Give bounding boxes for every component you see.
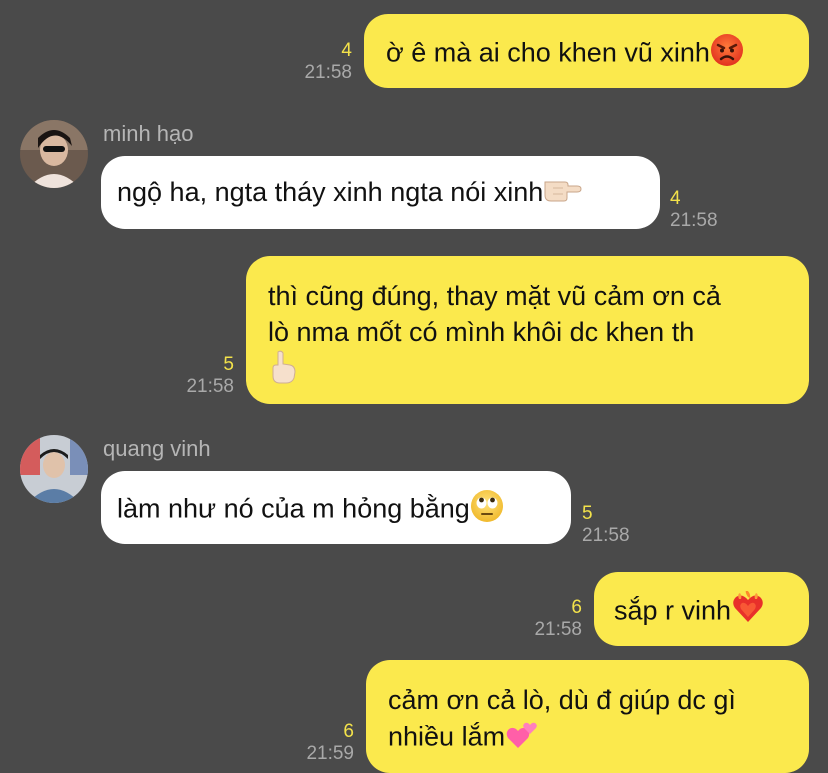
message-bubble-outgoing[interactable]: thì cũng đúng, thay mặt vũ cảm ơn cả lò …	[246, 256, 809, 404]
message-text: sắp r vinh	[614, 595, 732, 626]
message-text-line: lò nma mốt có mình khôi dc khen th	[268, 317, 695, 347]
message-meta: 6 21:58	[516, 597, 582, 641]
timestamp: 21:58	[186, 376, 234, 397]
message-bubble-outgoing[interactable]: sắp r vinh	[594, 572, 809, 646]
message-bubble-outgoing[interactable]: ờ ê mà ai cho khen vũ xinh	[364, 14, 809, 88]
pointing-up-hand-emoji	[268, 350, 298, 393]
message-bubble-outgoing[interactable]: cảm ơn cả lò, dù đ giúp dc gì nhiều lắm	[366, 660, 809, 773]
message-text-line: cảm ơn cả lò, dù đ giúp dc gì	[388, 685, 736, 715]
read-count: 5	[223, 354, 234, 375]
pointing-hand-emoji	[543, 174, 583, 213]
sender-name: minh hạo	[103, 121, 194, 146]
avatar[interactable]	[20, 435, 88, 503]
avatar[interactable]	[20, 120, 88, 188]
two-hearts-emoji	[505, 718, 539, 759]
timestamp: 21:58	[534, 619, 582, 640]
read-count: 6	[343, 721, 354, 742]
message-bubble-incoming[interactable]: ngộ ha, ngta tháy xinh ngta nói xinh	[101, 156, 660, 229]
timestamp: 21:58	[670, 210, 718, 231]
message-meta: 4 21:58	[670, 188, 718, 232]
message-text: làm như nó của m hỏng bằng	[117, 493, 470, 524]
timestamp: 21:59	[306, 743, 354, 764]
read-count: 4	[341, 40, 352, 61]
eye-roll-emoji	[470, 489, 504, 532]
message-text-line: thì cũng đúng, thay mặt vũ cảm ơn cả	[268, 281, 721, 311]
heart-on-fire-emoji	[731, 590, 765, 634]
timestamp: 21:58	[304, 62, 352, 83]
message-text: ờ ê mà ai cho khen vũ xinh	[386, 37, 710, 68]
message-text-line: nhiều lắm	[388, 721, 506, 752]
read-count: 6	[571, 597, 582, 618]
message-bubble-incoming[interactable]: làm như nó của m hỏng bằng	[101, 471, 571, 544]
message-meta: 5 21:58	[170, 354, 234, 398]
message-meta: 6 21:59	[288, 721, 354, 765]
timestamp: 21:58	[582, 525, 630, 546]
read-count: 4	[670, 188, 681, 209]
message-meta: 5 21:58	[582, 503, 630, 547]
message-text: ngộ ha, ngta tháy xinh ngta nói xinh	[117, 177, 544, 207]
message-meta: 4 21:58	[296, 40, 352, 84]
sender-name: quang vinh	[103, 436, 211, 461]
read-count: 5	[582, 503, 593, 524]
angry-face-emoji	[710, 33, 744, 76]
